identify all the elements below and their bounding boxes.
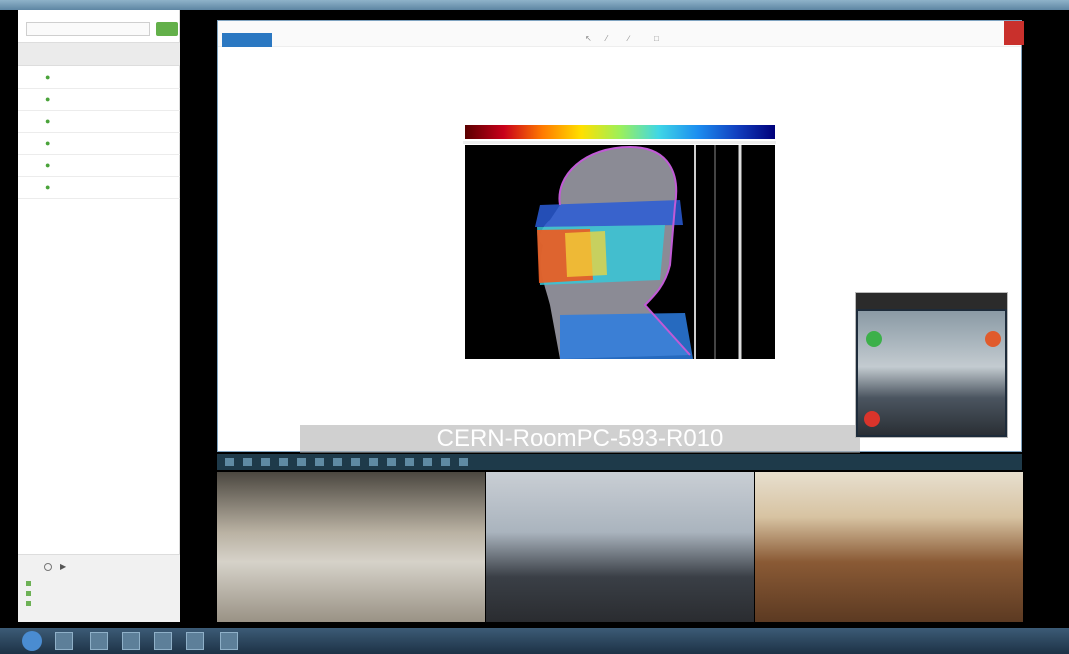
eraser-icon[interactable]: □: [654, 34, 659, 43]
mini-window-title: [856, 293, 1007, 309]
taskbar-icon[interactable]: [261, 458, 270, 466]
footer-row: [26, 601, 37, 608]
taskbar-icon[interactable]: [90, 632, 108, 650]
taskbar-icon[interactable]: [220, 632, 238, 650]
end-call-button[interactable]: [985, 331, 1001, 347]
taskbar-icon[interactable]: [225, 458, 234, 466]
window-title-bar: [0, 0, 1069, 10]
participant-video[interactable]: [755, 472, 1023, 622]
person-icon: ●: [45, 116, 51, 126]
person-icon: ●: [45, 160, 51, 170]
taskbar-icon[interactable]: [459, 458, 468, 466]
taskbar-icon[interactable]: [243, 458, 252, 466]
remote-taskbar: [217, 454, 1022, 470]
presentation-toolbar: ↖ ⁄ ∕ □: [218, 21, 1024, 47]
person-icon: ●: [45, 138, 51, 148]
colorbar: [465, 125, 775, 139]
start-button[interactable]: [22, 631, 42, 651]
participant-video[interactable]: [486, 472, 754, 622]
dose-map-image: [465, 145, 775, 359]
pen-icon[interactable]: ⁄: [606, 34, 607, 43]
mic-button[interactable]: [866, 331, 882, 347]
status-dot: [26, 581, 31, 586]
taskbar-icon[interactable]: [387, 458, 396, 466]
taskbar-icon[interactable]: [369, 458, 378, 466]
taskbar-icon[interactable]: [315, 458, 324, 466]
settings-icon[interactable]: [44, 563, 52, 571]
windows-taskbar: [0, 628, 1069, 654]
taskbar-icon[interactable]: [186, 632, 204, 650]
taskbar-icon[interactable]: [351, 458, 360, 466]
footer-row: [26, 591, 37, 598]
footer-row: [26, 581, 37, 588]
taskbar-icon[interactable]: [405, 458, 414, 466]
dose-band-yellow: [565, 231, 607, 277]
list-item[interactable]: ●: [18, 178, 180, 199]
person-icon: ●: [45, 182, 51, 192]
status-dot: [26, 591, 31, 596]
mini-video-feed: [858, 311, 1005, 435]
list-item[interactable]: ●: [18, 156, 180, 177]
search-input[interactable]: [26, 22, 150, 36]
taskbar-icon[interactable]: [441, 458, 450, 466]
taskbar-icon[interactable]: [297, 458, 306, 466]
list-item[interactable]: ●: [18, 112, 180, 133]
list-item[interactable]: ●: [18, 68, 180, 89]
status-dot: [26, 601, 31, 606]
close-button[interactable]: [1004, 21, 1024, 45]
taskbar-icon[interactable]: [333, 458, 342, 466]
participant-video[interactable]: [217, 472, 485, 622]
play-icon[interactable]: ▶: [60, 563, 66, 571]
taskbar-icon[interactable]: [279, 458, 288, 466]
taskbar-icon[interactable]: [55, 632, 73, 650]
panel-header: [18, 42, 180, 66]
pointer-icon[interactable]: ↖: [585, 34, 592, 43]
hangup-button[interactable]: [864, 411, 880, 427]
room-watermark: CERN-RoomPC-593-R010: [300, 425, 860, 453]
home-tab[interactable]: [222, 33, 272, 47]
taskbar-icon[interactable]: [423, 458, 432, 466]
panel-footer: ▶: [18, 554, 180, 622]
dose-band-blue: [535, 200, 683, 227]
colorbar-frame: [463, 141, 776, 144]
search-button[interactable]: [156, 22, 178, 36]
left-panel: ● ● ● ● ● ● ▶: [18, 10, 180, 622]
list-item[interactable]: ●: [18, 134, 180, 155]
taskbar-icon[interactable]: [154, 632, 172, 650]
person-icon: ●: [45, 94, 51, 104]
highlight-icon[interactable]: ∕: [628, 34, 629, 43]
mini-video-window[interactable]: [855, 292, 1008, 438]
taskbar-icon[interactable]: [122, 632, 140, 650]
person-icon: ●: [45, 72, 51, 82]
list-item[interactable]: ●: [18, 90, 180, 111]
